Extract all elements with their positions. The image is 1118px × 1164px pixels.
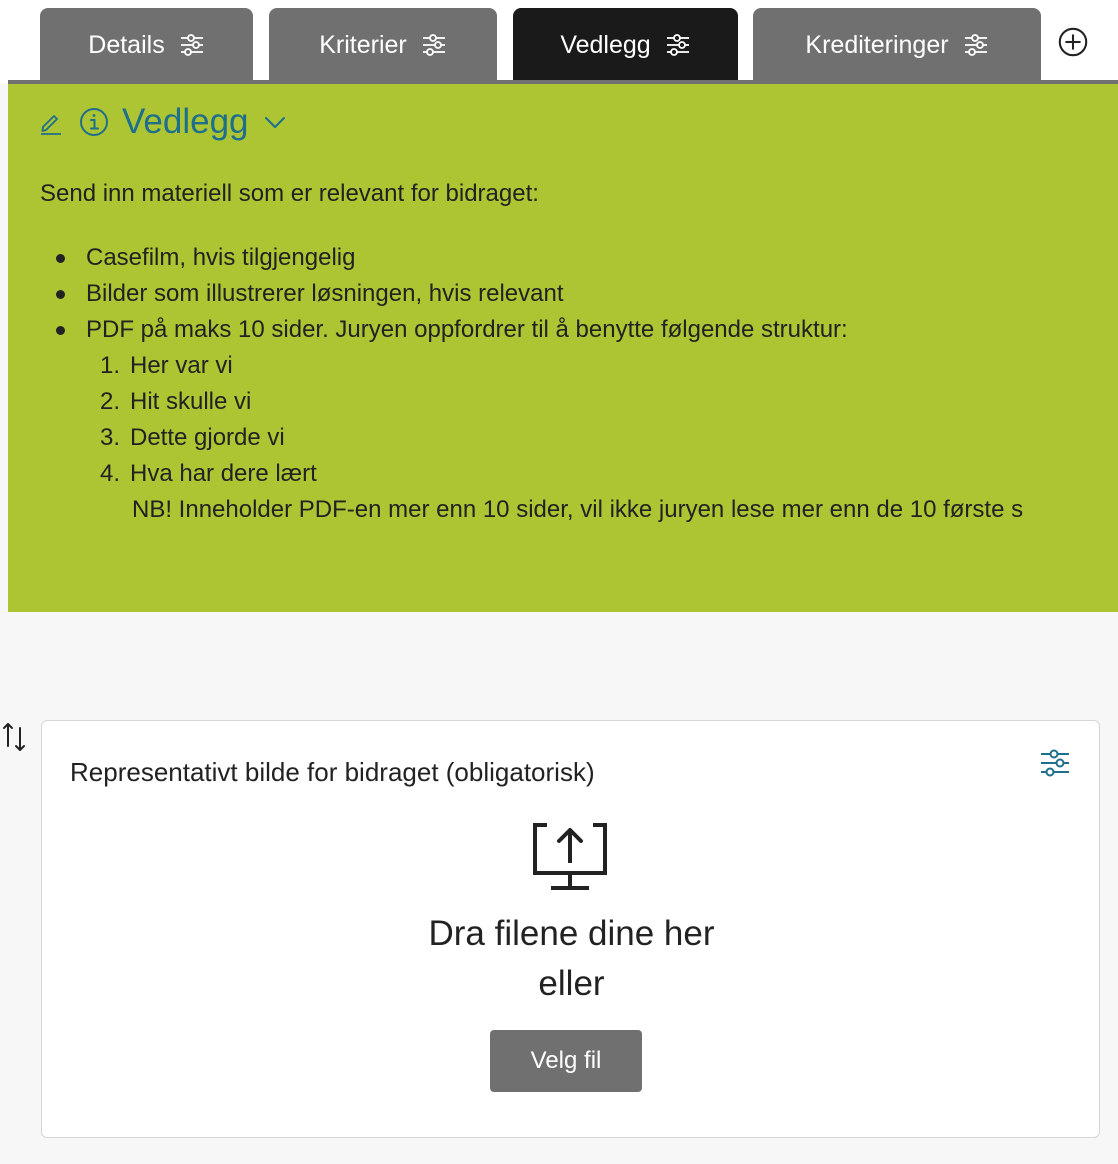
tab-label: Vedlegg — [560, 30, 651, 59]
tab-kriterier[interactable]: Kriterier — [269, 8, 497, 82]
chevron-down-icon[interactable] — [263, 110, 287, 134]
drop-zone-text[interactable]: Dra filene dine her eller — [42, 909, 1101, 1009]
list-number: 3. — [100, 424, 121, 451]
tab-details[interactable]: Details — [40, 8, 253, 82]
sort-arrows-icon — [0, 720, 30, 759]
tab-bar: Details Kriterier Vedlegg Krediteringer — [0, 0, 1118, 84]
list-item: Casefilm, hvis tilgjengelig — [48, 240, 848, 276]
list-item: Bilder som illustrerer løsningen, hvis r… — [48, 276, 848, 312]
tab-label: Details — [88, 30, 165, 59]
list-text: Hit skulle vi — [130, 388, 252, 415]
requirements-list: Casefilm, hvis tilgjengelig Bilder som i… — [48, 240, 848, 348]
list-text: Hva har dere lært — [130, 460, 317, 487]
drop-or-label: eller — [538, 964, 605, 1003]
pencil-icon[interactable] — [38, 109, 64, 135]
list-item: 3. Dette gjorde vi — [100, 420, 317, 456]
drag-handle[interactable] — [0, 722, 30, 756]
structure-list: 1. Her var vi 2. Hit skulle vi 3. Dette gjo… — [100, 348, 317, 492]
list-item: PDF på maks 10 sider. Juryen oppfordrer … — [48, 312, 848, 348]
sliders-icon — [1039, 747, 1071, 784]
sliders-icon[interactable] — [665, 32, 691, 58]
sliders-icon[interactable] — [421, 32, 447, 58]
list-number: 4. — [100, 460, 121, 487]
list-text: Dette gjorde vi — [130, 424, 285, 451]
list-text: Her var vi — [130, 352, 233, 379]
upload-monitor-icon — [531, 821, 609, 893]
instructions-panel: Vedlegg Send inn materiell som er releva… — [8, 84, 1118, 612]
add-tab-button[interactable] — [1055, 26, 1091, 62]
tab-label: Krediteringer — [805, 30, 949, 59]
list-number: 2. — [100, 388, 121, 415]
list-item: 4. Hva har dere lært — [100, 456, 317, 492]
tab-vedlegg[interactable]: Vedlegg — [513, 8, 738, 82]
field-title: Representativt bilde for bidraget (oblig… — [70, 757, 595, 787]
list-item: 1. Her var vi — [100, 348, 317, 384]
sliders-icon[interactable] — [179, 32, 205, 58]
choose-file-button[interactable]: Velg fil — [490, 1030, 642, 1092]
tab-label: Kriterier — [319, 30, 407, 59]
panel-intro-text: Send inn materiell som er relevant for b… — [40, 180, 539, 207]
list-item: 2. Hit skulle vi — [100, 384, 317, 420]
tab-krediteringer[interactable]: Krediteringer — [753, 8, 1041, 82]
page-limit-note: NB! Inneholder PDF-en mer enn 10 sider, … — [132, 496, 1024, 523]
field-settings-button[interactable] — [1037, 747, 1073, 783]
panel-header: Vedlegg — [38, 102, 287, 142]
panel-title[interactable]: Vedlegg — [122, 102, 249, 142]
drop-instruction: Dra filene dine her — [428, 914, 715, 953]
list-number: 1. — [100, 352, 121, 379]
file-upload-field: Representativt bilde for bidraget (oblig… — [41, 720, 1100, 1138]
info-circle-icon[interactable] — [78, 106, 110, 138]
plus-circle-icon — [1056, 25, 1090, 64]
sliders-icon[interactable] — [963, 32, 989, 58]
